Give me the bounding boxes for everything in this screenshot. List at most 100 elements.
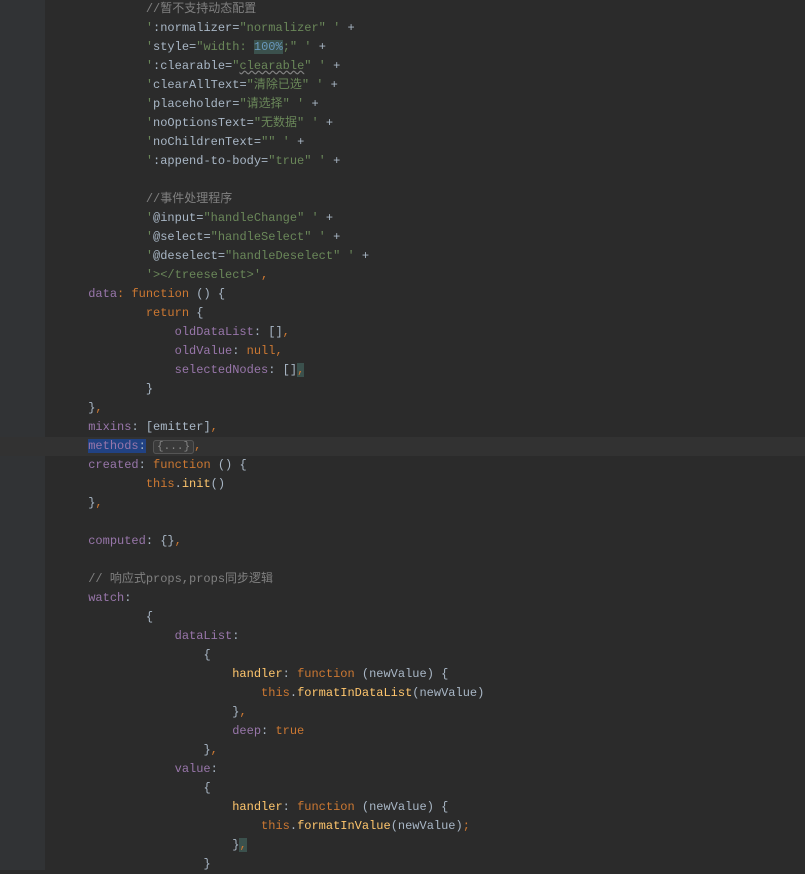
code-line[interactable]: //事件处理程序 <box>45 190 484 209</box>
indent <box>45 515 59 529</box>
code-line[interactable]: oldDataList: [], <box>45 323 484 342</box>
indent <box>45 21 146 35</box>
code-line[interactable]: return { <box>45 304 484 323</box>
code-token: + <box>319 116 333 130</box>
indent <box>45 762 175 776</box>
indent <box>45 572 88 586</box>
indent <box>45 724 232 738</box>
editor-gutter[interactable] <box>0 0 45 870</box>
code-line[interactable]: { <box>45 646 484 665</box>
code-token: ( <box>391 819 398 833</box>
code-token: "true" <box>268 154 311 168</box>
code-token: : <box>232 344 246 358</box>
code-token: , <box>275 344 282 358</box>
code-line[interactable]: ':clearable="clearable" ' + <box>45 57 484 76</box>
code-line[interactable]: '@select="handleSelect" ' + <box>45 228 484 247</box>
code-line[interactable]: ':append-to-body="true" ' + <box>45 152 484 171</box>
code-line[interactable]: }, <box>45 703 484 722</box>
code-line[interactable]: '@input="handleChange" ' + <box>45 209 484 228</box>
code-token: "handleDeselect" <box>225 249 340 263</box>
indent <box>45 287 88 301</box>
code-token: ' <box>146 230 153 244</box>
code-line[interactable]: { <box>45 779 484 798</box>
code-token: newValue <box>369 800 427 814</box>
code-line[interactable] <box>45 171 484 190</box>
code-line[interactable]: this.formatInValue(newValue); <box>45 817 484 836</box>
code-line[interactable]: handler: function (newValue) { <box>45 798 484 817</box>
code-token: ' <box>146 135 153 149</box>
code-token: , <box>95 496 102 510</box>
code-token: "清除已选" <box>247 78 309 92</box>
code-line[interactable]: '@deselect="handleDeselect" ' + <box>45 247 484 266</box>
code-line[interactable]: } <box>45 380 484 399</box>
code-line[interactable]: selectedNodes: [], <box>45 361 484 380</box>
code-token: placeholder= <box>153 97 239 111</box>
code-token: , <box>175 534 182 548</box>
indent <box>45 629 175 643</box>
code-line[interactable]: methods: {...}, <box>45 437 484 456</box>
code-line[interactable]: watch: <box>45 589 484 608</box>
indent <box>45 2 146 16</box>
code-token: } <box>203 743 210 757</box>
indent <box>45 59 146 73</box>
indent <box>45 325 175 339</box>
code-line[interactable]: '></treeselect>', <box>45 266 484 285</box>
code-line[interactable]: dataList: <box>45 627 484 646</box>
code-token: value <box>175 762 211 776</box>
code-line[interactable]: 'placeholder="请选择" ' + <box>45 95 484 114</box>
code-line[interactable]: this.init() <box>45 475 484 494</box>
code-token: ' <box>146 21 153 35</box>
code-line[interactable] <box>45 513 484 532</box>
code-token: () <box>211 477 225 491</box>
indent <box>45 211 146 225</box>
code-line[interactable]: 'noOptionsText="无数据" ' + <box>45 114 484 133</box>
indent <box>45 173 59 187</box>
code-token: //事件处理程序 <box>146 192 232 206</box>
code-token: "width <box>196 40 239 54</box>
code-line[interactable]: created: function () { <box>45 456 484 475</box>
code-line[interactable]: { <box>45 608 484 627</box>
code-line[interactable]: mixins: [emitter], <box>45 418 484 437</box>
code-line[interactable]: }, <box>45 399 484 418</box>
code-line[interactable]: // 响应式props,props同步逻辑 <box>45 570 484 589</box>
code-token: : <box>139 439 146 453</box>
code-line[interactable]: } <box>45 855 484 874</box>
code-line[interactable]: oldValue: null, <box>45 342 484 361</box>
code-token: "" <box>261 135 275 149</box>
code-line[interactable]: }, <box>45 836 484 855</box>
code-token: , <box>194 439 201 453</box>
code-token: "handleChange" <box>203 211 304 225</box>
code-token: ' <box>311 154 325 168</box>
code-line[interactable]: 'clearAllText="清除已选" ' + <box>45 76 484 95</box>
code-line[interactable] <box>45 551 484 570</box>
code-line[interactable]: }, <box>45 494 484 513</box>
indent <box>45 401 88 415</box>
code-token: deep <box>232 724 261 738</box>
code-token: newValue <box>398 819 456 833</box>
code-line[interactable]: }, <box>45 741 484 760</box>
code-token: noOptionsText= <box>153 116 254 130</box>
code-token: + <box>340 21 354 35</box>
code-line[interactable]: computed: {}, <box>45 532 484 551</box>
code-token: ' <box>309 78 323 92</box>
code-editor-content[interactable]: //暂不支持动态配置 ':normalizer="normalizer" ' +… <box>45 0 484 874</box>
indent <box>45 534 88 548</box>
code-line[interactable]: handler: function (newValue) { <box>45 665 484 684</box>
code-line[interactable]: 'style="width: 100%;" ' + <box>45 38 484 57</box>
code-fold-marker[interactable]: {...} <box>153 440 194 454</box>
code-token: ; <box>463 819 470 833</box>
code-token: formatInDataList <box>297 686 412 700</box>
code-token: "请选择" <box>239 97 289 111</box>
code-token: function <box>153 458 218 472</box>
code-token: init <box>182 477 211 491</box>
code-token: , <box>95 401 102 415</box>
code-line[interactable]: //暂不支持动态配置 <box>45 0 484 19</box>
code-line[interactable]: ':normalizer="normalizer" ' + <box>45 19 484 38</box>
indent <box>45 648 203 662</box>
code-line[interactable]: deep: true <box>45 722 484 741</box>
indent <box>45 781 203 795</box>
code-line[interactable]: this.formatInDataList(newValue) <box>45 684 484 703</box>
code-line[interactable]: value: <box>45 760 484 779</box>
code-line[interactable]: data: function () { <box>45 285 484 304</box>
code-line[interactable]: 'noChildrenText="" ' + <box>45 133 484 152</box>
